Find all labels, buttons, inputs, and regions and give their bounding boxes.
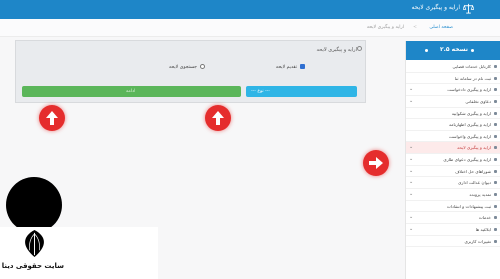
continue-button-label: ادامه [126,88,136,94]
search-bill-label: جستجوی لایحه [168,65,197,70]
breadcrumb-current: ارایه و پیگیری لایحه [366,25,404,30]
bullet-icon [494,65,497,68]
breadcrumb-separator: > [413,25,417,30]
page-title: ارایه و پیگیری لایحه [411,4,460,11]
chevron-down-icon: ⌄ [409,191,414,198]
site-logo: سایت حقوقی دینا [0,227,158,279]
search-bill-option[interactable]: جستجوی لایحه [169,64,205,70]
sidebar-header: نسخه ۲.۵ [406,41,500,60]
pointer-arrow-icon [205,105,231,131]
bullet-icon [471,49,474,52]
bullet-icon [494,158,497,162]
bullet-icon [494,123,497,127]
chevron-down-icon: ⌄ [409,214,414,221]
bullet-icon [425,49,428,52]
sidebar-item[interactable]: ثبت پیشنهادات و انتقادات [406,201,500,213]
sidebar-item[interactable]: ثبت نام در سامانه ثنا [406,73,500,85]
version-label: نسخه ۲.۵ [439,46,468,53]
quill-pen-icon [25,229,44,258]
breadcrumb: صفحه اصلی > ارایه و پیگیری لایحه [0,19,500,37]
chevron-down-icon: ⌄ [409,179,414,186]
bullet-icon [494,99,497,103]
radio-icon[interactable] [200,64,205,69]
sidebar-item[interactable]: ارایه و پیگیری شکواییه [406,108,500,120]
sidebar-menu: کارتابل خدمات قضایی ثبت نام در سامانه ثن… [406,61,500,248]
sidebar-item[interactable]: کارتابل خدمات قضایی [406,61,500,73]
bullet-icon [494,193,497,197]
bullet-icon [494,169,497,173]
logo-backdrop [6,177,62,233]
sidebar-item[interactable]: ارایه و پیگیری دادخواست ⌄ [406,84,500,96]
gear-icon [357,46,362,51]
sidebar-item[interactable]: دعاوی تخلفاتی ⌄ [406,96,500,108]
sidebar-item[interactable]: ارایه و پیگیری اظهارنامه [406,119,500,131]
chevron-down-icon: ⌄ [409,144,414,151]
sidebar-item[interactable]: ارایه و پیگیری واخواست [406,131,500,143]
bullet-icon [494,146,497,150]
type-select-value: --- نوع --- [251,88,270,94]
scale-icon [463,3,474,14]
chevron-down-icon: ⌄ [409,86,414,93]
chevron-down-icon: ⌄ [409,225,414,232]
sidebar-item[interactable]: خدمات ⌄ [406,212,500,224]
submit-bill-label: تقدیم لایحه [275,65,297,70]
bullet-icon [494,111,497,115]
sidebar: نسخه ۲.۵ کارتابل خدمات قضایی ثبت نام در … [405,41,500,279]
chevron-down-icon: ⌄ [409,97,414,104]
bullet-icon [494,181,497,185]
bullet-icon [494,227,497,231]
form-title: ارایه و پیگیری لایحه [316,47,357,53]
sidebar-item[interactable]: تغییرات کاربری [406,236,500,248]
breadcrumb-home-link[interactable]: صفحه اصلی [429,25,453,30]
submit-bill-option[interactable]: تقدیم لایحه [276,64,305,70]
pointer-arrow-icon [39,105,65,131]
chevron-down-icon: ⌄ [409,156,414,163]
type-select[interactable]: --- نوع --- [246,86,357,97]
sidebar-item[interactable]: ابلاغیه ها ⌄ [406,224,500,236]
chevron-down-icon: ⌄ [409,167,414,174]
checkbox-icon[interactable] [300,64,305,69]
continue-button[interactable]: ادامه [22,86,241,97]
site-name: سایت حقوقی دینا [1,262,64,270]
bullet-icon [494,239,497,243]
sidebar-item[interactable]: دیوان عدالت اداری ⌄ [406,177,500,190]
pointer-arrow-icon [363,150,389,176]
bullet-icon [494,88,497,92]
sidebar-item[interactable]: تمدید پرونده ⌄ [406,189,500,201]
sidebar-item[interactable]: شوراهای حل اختلاف ⌄ [406,166,500,178]
bullet-icon [494,204,497,208]
bill-form-panel: ارایه و پیگیری لایحه تقدیم لایحه جستجوی … [15,40,366,103]
app-header: ارایه و پیگیری لایحه [0,0,500,19]
sidebar-item-bill[interactable]: ارایه و پیگیری لایحه ⌄ [406,142,500,155]
bullet-icon [494,76,497,80]
bullet-icon [494,134,497,138]
sidebar-item[interactable]: ارایه و پیگیری دعوای طاری ⌄ [406,154,500,166]
bullet-icon [494,216,497,220]
